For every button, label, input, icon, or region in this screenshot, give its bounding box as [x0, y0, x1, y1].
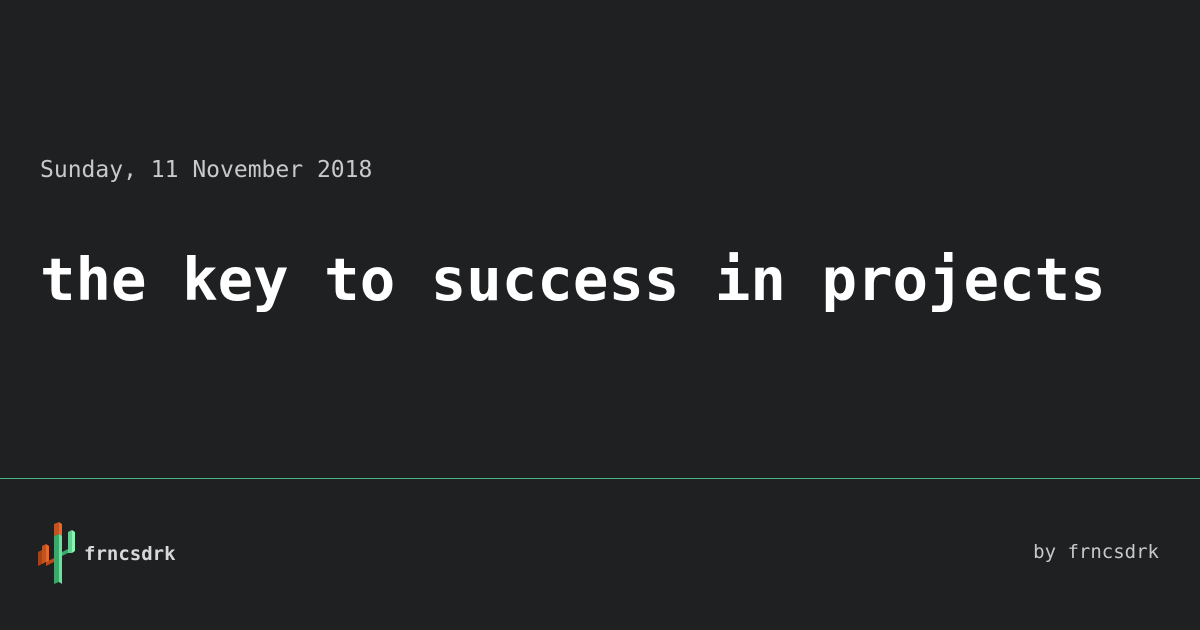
brand-name: frncsdrk	[84, 543, 176, 565]
post-date: Sunday, 11 November 2018	[40, 157, 373, 183]
cactus-logo-icon	[38, 522, 75, 584]
footer: frncsdrk by frncsdrk	[0, 479, 1200, 630]
brand[interactable]: frncsdrk	[38, 522, 176, 586]
author-byline: by frncsdrk	[1033, 541, 1159, 563]
post-title: the key to success in projects	[40, 245, 1106, 314]
